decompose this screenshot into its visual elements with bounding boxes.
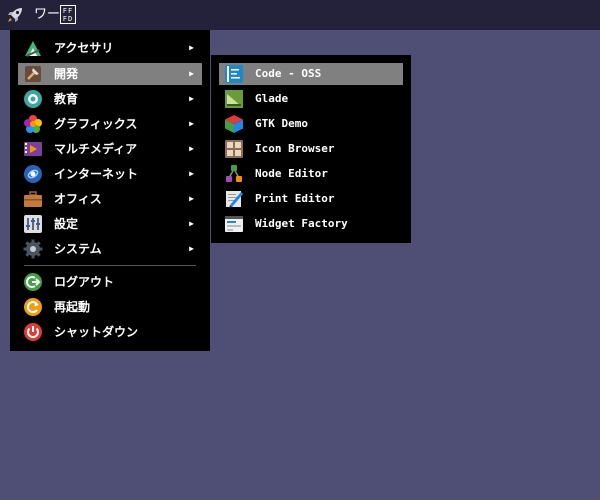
menu-item-graphics[interactable]: グラフィックス ▶ [18, 113, 202, 135]
workspace-label[interactable]: ワー [34, 6, 60, 24]
submenu-item-label: GTK Demo [255, 117, 308, 130]
settings-icon [23, 214, 43, 234]
menu-item-label: グラフィックス [54, 117, 138, 131]
submenu-arrow-icon: ▶ [189, 69, 194, 78]
menu-item-accessories[interactable]: アクセサリ ▶ [18, 37, 202, 59]
menu-item-label: 再起動 [54, 300, 91, 314]
submenu-item-label: Widget Factory [255, 217, 348, 230]
submenu-item-label: Print Editor [255, 192, 335, 205]
menu-item-education[interactable]: 教育 ▶ [18, 88, 202, 110]
submenu-item-gtk-demo[interactable]: GTK Demo [219, 113, 403, 135]
glyph-box-top: FF [62, 7, 74, 15]
menu-item-development[interactable]: 開発 ▶ [18, 63, 202, 85]
code-oss-icon [224, 64, 244, 84]
menu-item-label: ログアウト [54, 275, 115, 289]
submenu-arrow-icon: ▶ [189, 43, 194, 52]
menu-item-label: 開発 [54, 67, 79, 81]
menu-item-logout[interactable]: ログアウト [18, 271, 202, 293]
office-icon [23, 189, 43, 209]
submenu-item-label: Glade [255, 92, 289, 105]
system-icon [23, 239, 43, 259]
development-icon [23, 64, 43, 84]
submenu-item-icon-browser[interactable]: Icon Browser [219, 138, 403, 160]
unknown-glyph-box: FF FD [60, 5, 76, 24]
node-editor-icon [224, 164, 244, 184]
menu-item-internet[interactable]: インターネット ▶ [18, 163, 202, 185]
menu-item-label: アクセサリ [54, 41, 114, 55]
submenu-arrow-icon: ▶ [189, 144, 194, 153]
submenu-item-node-editor[interactable]: Node Editor [219, 163, 403, 185]
menu-item-label: マルチメディア [54, 142, 138, 156]
education-icon [23, 89, 43, 109]
menu-item-system[interactable]: システム ▶ [18, 238, 202, 260]
submenu-arrow-icon: ▶ [189, 219, 194, 228]
glyph-box-bottom: FD [62, 15, 74, 23]
menu-item-multimedia[interactable]: マルチメディア ▶ [18, 138, 202, 160]
application-menu: アクセサリ ▶ 開発 ▶ 教育 ▶ グラフィックス ▶ マルチメディア ▶ イン… [10, 30, 210, 351]
submenu-item-code-oss[interactable]: Code - OSS [219, 63, 403, 85]
menu-item-label: 設定 [54, 217, 79, 231]
widget-factory-icon [224, 214, 244, 234]
menu-item-label: オフィス [54, 192, 102, 206]
menu-item-label: システム [54, 242, 102, 256]
menu-item-office[interactable]: オフィス ▶ [18, 188, 202, 210]
logout-icon [23, 272, 43, 292]
submenu-arrow-icon: ▶ [189, 194, 194, 203]
submenu-item-glade[interactable]: Glade [219, 88, 403, 110]
submenu-arrow-icon: ▶ [189, 119, 194, 128]
menu-item-label: シャットダウン [54, 325, 139, 339]
taskbar: ワー FF FD [0, 0, 600, 30]
menu-item-settings[interactable]: 設定 ▶ [18, 213, 202, 235]
menu-item-label: インターネット [54, 167, 139, 181]
accessories-icon [23, 38, 43, 58]
submenu-item-label: Node Editor [255, 167, 328, 180]
submenu-arrow-icon: ▶ [189, 169, 194, 178]
submenu-item-widget-factory[interactable]: Widget Factory [219, 213, 403, 235]
gtk-demo-icon [224, 114, 244, 134]
multimedia-icon [23, 139, 43, 159]
menu-separator [24, 265, 196, 266]
restart-icon [23, 297, 43, 317]
menu-item-label: 教育 [54, 92, 79, 106]
print-editor-icon [224, 189, 244, 209]
glade-icon [224, 89, 244, 109]
shutdown-icon [23, 322, 43, 342]
internet-icon [23, 164, 43, 184]
rocket-icon[interactable] [4, 4, 26, 26]
menu-item-restart[interactable]: 再起動 [18, 296, 202, 318]
submenu-item-print-editor[interactable]: Print Editor [219, 188, 403, 210]
graphics-icon [23, 114, 43, 134]
development-submenu: Code - OSS Glade GTK Demo Icon Browser N… [211, 55, 411, 243]
icon-browser-icon [224, 139, 244, 159]
submenu-item-label: Icon Browser [255, 142, 335, 155]
submenu-item-label: Code - OSS [255, 67, 322, 80]
submenu-arrow-icon: ▶ [189, 244, 194, 253]
menu-item-shutdown[interactable]: シャットダウン [18, 321, 202, 343]
submenu-arrow-icon: ▶ [189, 94, 194, 103]
